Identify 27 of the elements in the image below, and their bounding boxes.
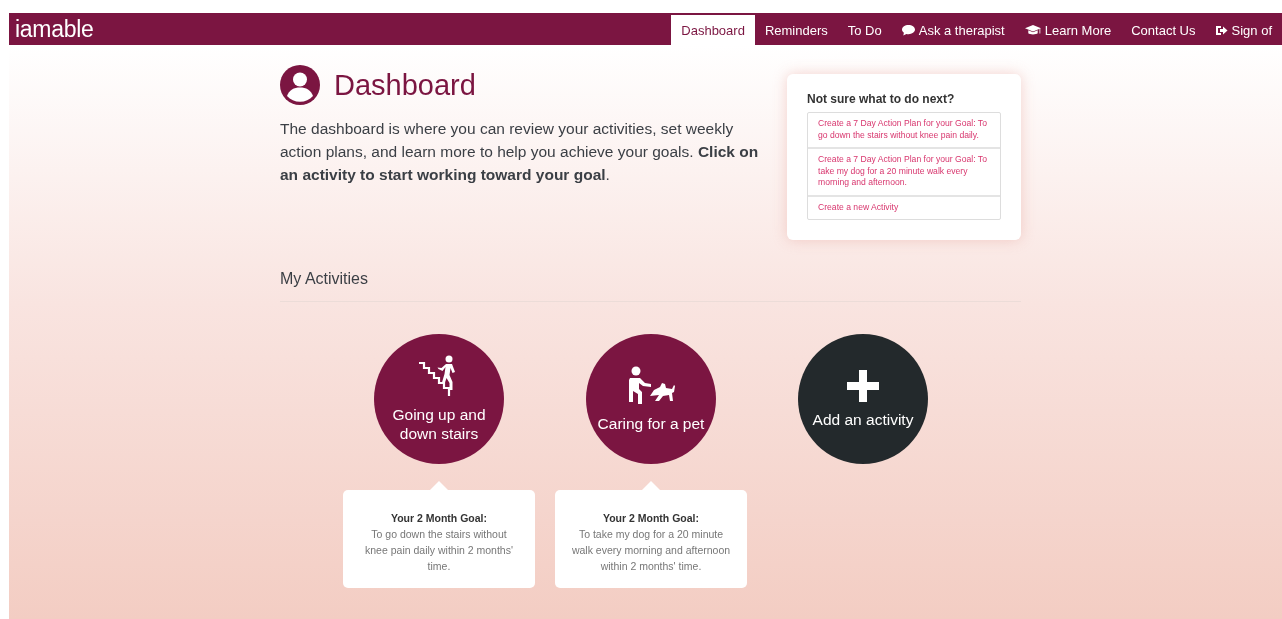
- logo[interactable]: iamable: [9, 15, 94, 43]
- add-activity-button[interactable]: Add an activity: [798, 334, 928, 464]
- activity-button[interactable]: Going up and down stairs: [374, 334, 504, 464]
- goal-text: To go down the stairs without knee pain daily within 2 months' time.: [365, 528, 513, 572]
- activity-button[interactable]: Caring for a pet: [586, 334, 716, 464]
- nav-tab[interactable]: Dashboard: [671, 15, 755, 45]
- card-title: Not sure what to do next?: [807, 92, 956, 106]
- plus-icon: [847, 369, 879, 402]
- intro-text: The dashboard is where you can review your activities, set weekly action plans, and learn more to help you achieve your goals. Click on an activity to start working toward your goal.: [280, 119, 760, 185]
- section-title: My Activities: [280, 270, 1021, 302]
- page-title: Dashboard: [334, 68, 476, 102]
- nav-tab[interactable]: Ask a therapist: [891, 15, 1015, 45]
- goal-title: Your 2 Month Goal:: [601, 511, 701, 526]
- goal-text: To take my dog for a 20 minute walk every morning and afternoon within 2 months' time.: [571, 528, 731, 572]
- nav-tab[interactable]: Contact Us: [1121, 15, 1206, 45]
- nav-tab[interactable]: Reminders: [754, 15, 838, 45]
- nav-tab[interactable]: Learn More: [1014, 15, 1122, 45]
- nav-tab[interactable]: To Do: [837, 15, 892, 45]
- suggestion-link[interactable]: Create a 7 Day Action Plan for your Goal: To go down the stairs without knee pain daily.: [808, 113, 1000, 147]
- sign-out-icon: [1215, 24, 1228, 36]
- goal-title: Your 2 Month Goal:: [389, 511, 489, 526]
- suggestion-link[interactable]: Create a new Activity: [808, 194, 1000, 219]
- nav-tab[interactable]: Sign of: [1205, 15, 1282, 45]
- graduation-cap-icon: [1024, 24, 1041, 36]
- chat-icon: [901, 24, 915, 36]
- user-icon: [280, 65, 320, 105]
- suggestion-link[interactable]: Create a 7 Day Action Plan for your Goal: To take my dog for a 20 minute walk every morning and afternoon.: [808, 147, 1000, 195]
